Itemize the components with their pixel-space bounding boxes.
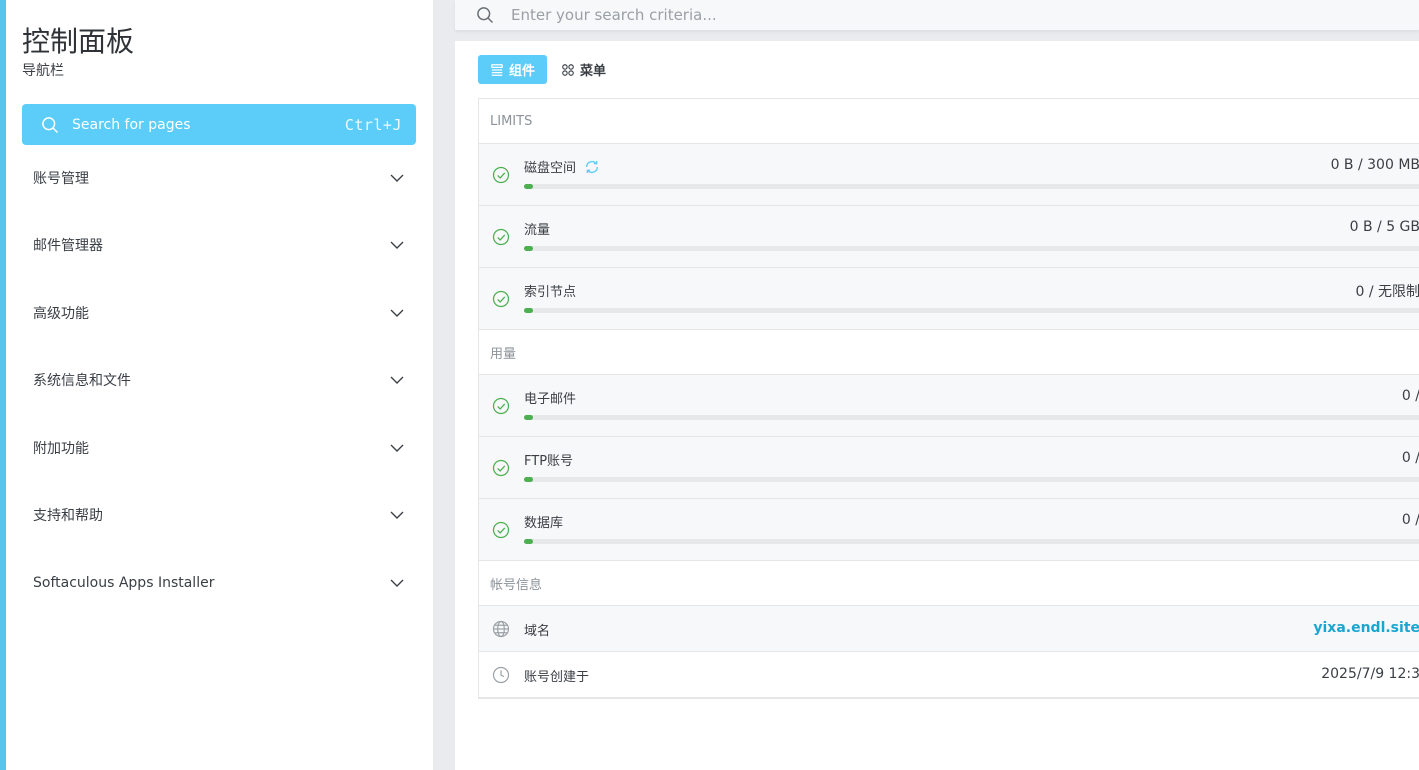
stat-label: 磁盘空间 bbox=[524, 161, 577, 176]
stat-row-bandwidth: 流量 0 B / 5 GB bbox=[479, 206, 1419, 268]
page-search-button[interactable]: Search for pages Ctrl+J bbox=[22, 104, 416, 145]
progress-fill bbox=[524, 539, 534, 544]
refresh-icon[interactable] bbox=[584, 159, 600, 175]
stat-label: FTP账号 bbox=[524, 454, 574, 469]
globe-icon bbox=[492, 620, 510, 638]
stat-value: 0 / bbox=[1401, 450, 1419, 466]
check-circle-icon bbox=[492, 290, 510, 308]
page-subtitle: 导航栏 bbox=[22, 63, 64, 79]
main-panel: 组件 菜单 LIMITS 磁盘空间 0 B / 300 MB 流量 0 B / … bbox=[455, 41, 1419, 770]
stat-value: 0 B / 5 GB bbox=[1349, 219, 1419, 235]
section-header-usage: 用量 bbox=[479, 330, 1419, 375]
info-value: 2025/7/9 12:3 bbox=[1321, 666, 1419, 682]
chevron-down-icon bbox=[390, 309, 404, 317]
info-row-domain: 域名 yixa.endl.site bbox=[479, 606, 1419, 652]
chevron-down-icon bbox=[390, 444, 404, 452]
stat-row-ftp: FTP账号 0 / bbox=[479, 437, 1419, 499]
top-search-bar bbox=[455, 0, 1419, 30]
sidebar-item-advanced[interactable]: 高级功能 bbox=[22, 279, 416, 347]
stat-label-wrap: 数据库 bbox=[524, 512, 563, 531]
progress-bar bbox=[524, 415, 1419, 420]
check-circle-icon bbox=[492, 521, 510, 539]
grid-icon bbox=[562, 63, 574, 76]
stat-row-disk: 磁盘空间 0 B / 300 MB bbox=[479, 144, 1419, 206]
page-search-label: Search for pages bbox=[72, 116, 191, 133]
sidebar: 控制面板 导航栏 Search for pages Ctrl+J 账号管理 邮件… bbox=[6, 0, 433, 770]
sidebar-item-addons[interactable]: 附加功能 bbox=[22, 414, 416, 482]
stat-value: 0 / bbox=[1401, 512, 1419, 528]
stat-label: 流量 bbox=[524, 223, 551, 238]
chevron-down-icon bbox=[390, 511, 404, 520]
chevron-down-icon bbox=[390, 174, 404, 182]
stat-label: 电子邮件 bbox=[524, 392, 577, 407]
sidebar-item-label: 附加功能 bbox=[33, 440, 89, 457]
progress-bar bbox=[524, 477, 1419, 482]
progress-bar bbox=[524, 184, 1419, 189]
sidebar-nav: 账号管理 邮件管理器 高级功能 系统信息和文件 附加功能 支持和帮助 Softa… bbox=[22, 144, 416, 617]
stat-label: 数据库 bbox=[524, 516, 564, 531]
search-icon bbox=[42, 116, 59, 133]
sidebar-item-label: 高级功能 bbox=[33, 305, 89, 322]
progress-fill bbox=[524, 308, 534, 313]
list-icon bbox=[491, 63, 503, 76]
chevron-down-icon bbox=[390, 579, 404, 587]
stat-label-wrap: FTP账号 bbox=[524, 450, 573, 469]
sidebar-item-mail-manager[interactable]: 邮件管理器 bbox=[22, 212, 416, 280]
sidebar-item-system-info[interactable]: 系统信息和文件 bbox=[22, 347, 416, 415]
chevron-down-icon bbox=[390, 376, 404, 385]
stat-label-wrap: 流量 bbox=[524, 219, 550, 238]
stat-value: 0 B / 300 MB bbox=[1330, 157, 1419, 173]
check-circle-icon bbox=[492, 166, 510, 184]
sidebar-item-label: 邮件管理器 bbox=[33, 238, 103, 255]
stats-widget: LIMITS 磁盘空间 0 B / 300 MB 流量 0 B / 5 GB 索… bbox=[478, 98, 1419, 699]
search-input[interactable] bbox=[511, 6, 1311, 24]
sidebar-item-label: Softaculous Apps Installer bbox=[33, 574, 215, 591]
progress-bar bbox=[524, 246, 1419, 251]
tab-menu[interactable]: 菜单 bbox=[549, 55, 618, 84]
domain-link[interactable]: yixa.endl.site bbox=[1313, 620, 1419, 636]
check-circle-icon bbox=[492, 397, 510, 415]
progress-fill bbox=[524, 246, 534, 251]
stat-row-email: 电子邮件 0 / bbox=[479, 375, 1419, 437]
stat-label-wrap: 索引节点 bbox=[524, 281, 576, 300]
section-header-account: 帐号信息 bbox=[479, 561, 1419, 606]
progress-bar bbox=[524, 539, 1419, 544]
stat-value: 0 / bbox=[1401, 388, 1419, 404]
chevron-down-icon bbox=[390, 241, 404, 250]
check-circle-icon bbox=[492, 228, 510, 246]
info-row-created: 账号创建于 2025/7/9 12:3 bbox=[479, 652, 1419, 698]
tab-widgets[interactable]: 组件 bbox=[478, 55, 548, 84]
page-title: 控制面板 bbox=[22, 25, 135, 58]
info-label: 账号创建于 bbox=[524, 670, 590, 685]
progress-fill bbox=[524, 477, 534, 482]
shortcut-hint: Ctrl+J bbox=[344, 115, 402, 134]
sidebar-item-label: 系统信息和文件 bbox=[33, 373, 131, 390]
stat-label: 索引节点 bbox=[524, 285, 577, 300]
sidebar-item-softaculous[interactable]: Softaculous Apps Installer bbox=[22, 549, 416, 617]
clock-icon bbox=[492, 666, 510, 684]
sidebar-item-support[interactable]: 支持和帮助 bbox=[22, 482, 416, 550]
sidebar-item-label: 支持和帮助 bbox=[33, 508, 103, 525]
progress-bar bbox=[524, 308, 1419, 313]
info-label: 域名 bbox=[524, 624, 551, 639]
tab-label: 菜单 bbox=[580, 64, 607, 79]
stat-label-wrap: 磁盘空间 bbox=[524, 157, 600, 176]
tab-label: 组件 bbox=[509, 64, 536, 79]
progress-fill bbox=[524, 415, 534, 420]
check-circle-icon bbox=[492, 459, 510, 477]
stat-row-databases: 数据库 0 / bbox=[479, 499, 1419, 561]
sidebar-item-label: 账号管理 bbox=[33, 170, 89, 187]
stat-row-inodes: 索引节点 0 / 无限制 bbox=[479, 268, 1419, 330]
section-header-limits: LIMITS bbox=[479, 99, 1419, 144]
stat-label-wrap: 电子邮件 bbox=[524, 388, 576, 407]
stat-value: 0 / 无限制 bbox=[1355, 284, 1419, 300]
sidebar-item-account-management[interactable]: 账号管理 bbox=[22, 144, 416, 212]
view-tabs: 组件 菜单 bbox=[478, 55, 618, 84]
search-icon bbox=[477, 7, 494, 24]
progress-fill bbox=[524, 184, 534, 189]
